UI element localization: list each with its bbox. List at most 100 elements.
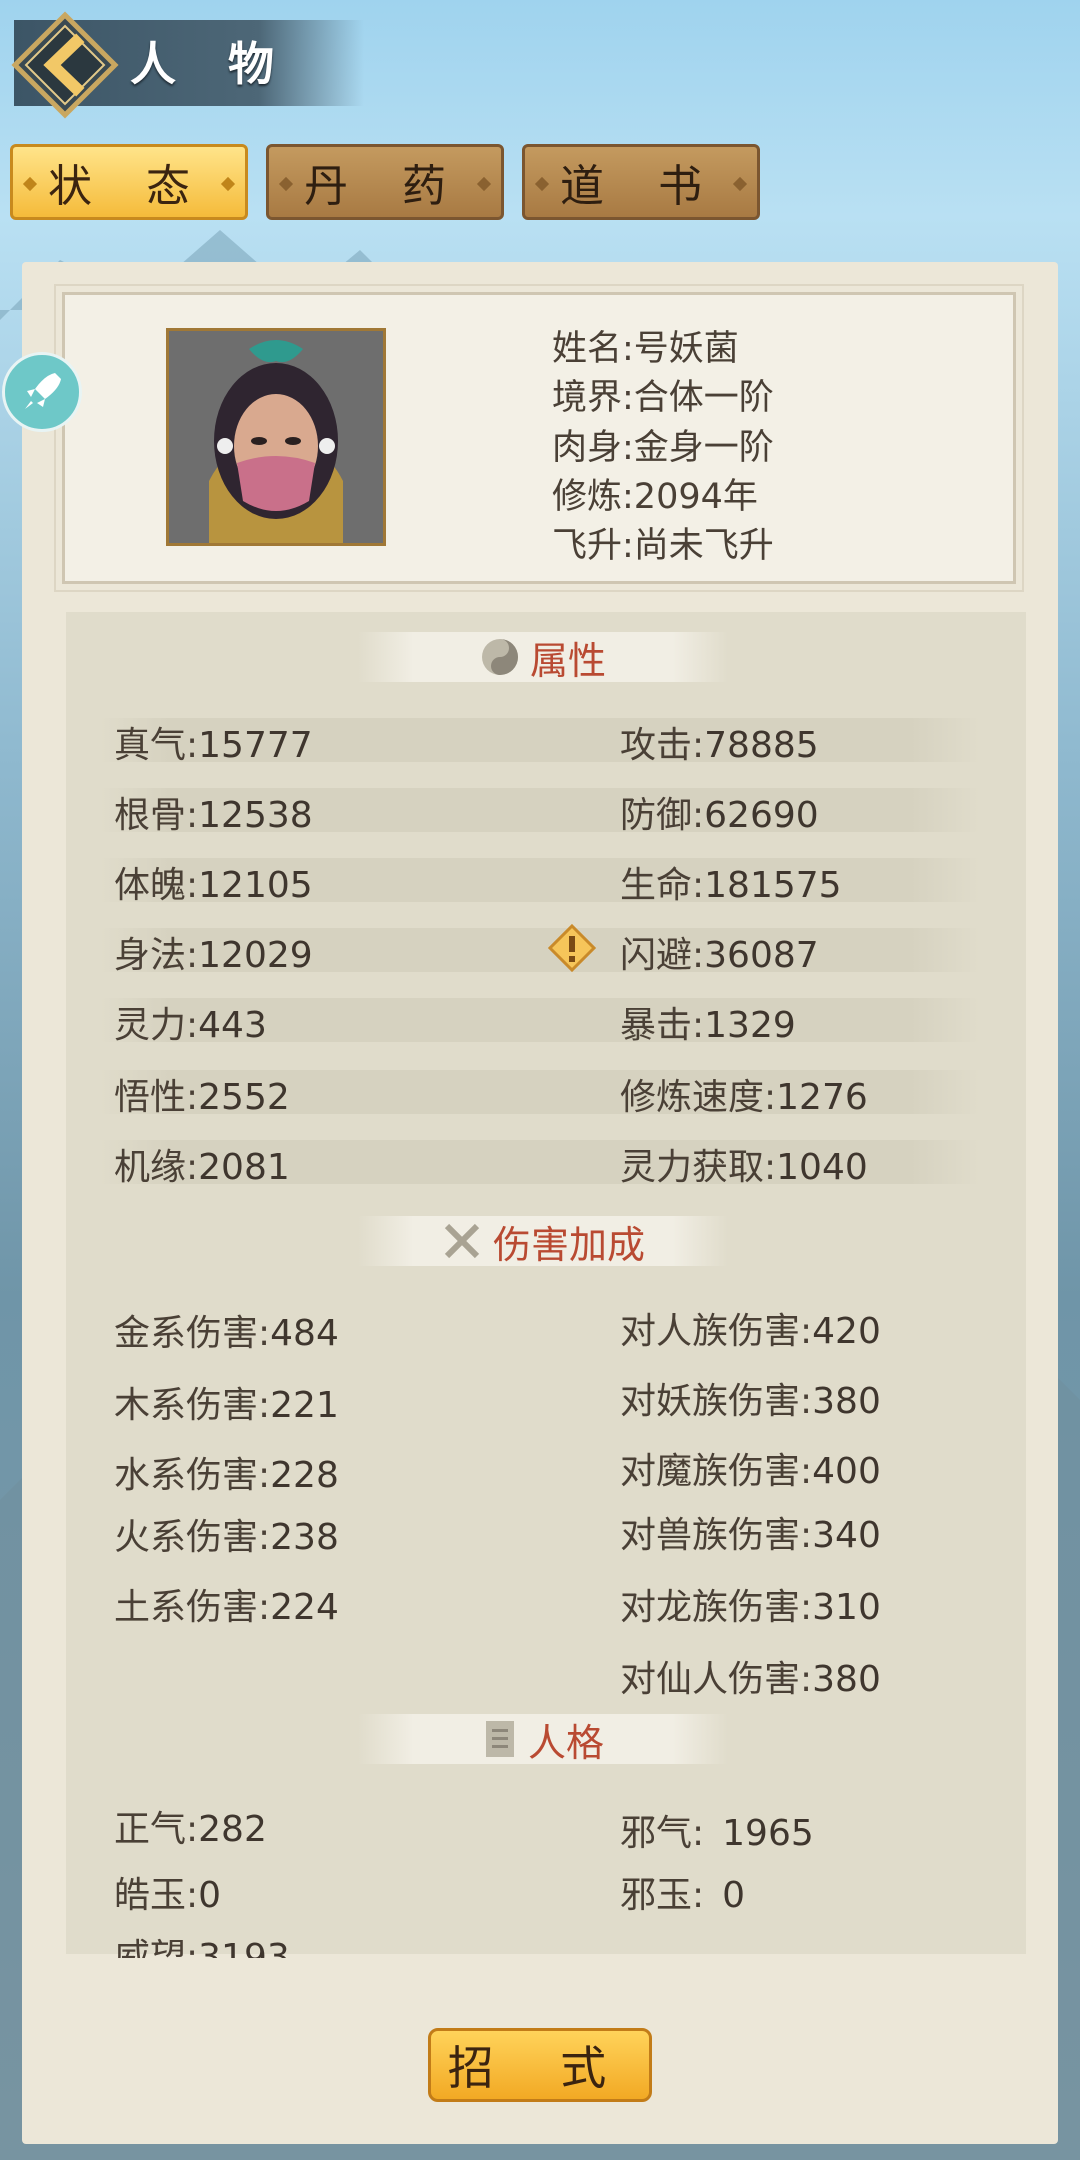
- tab-books[interactable]: 道 书: [522, 144, 760, 220]
- section-damage-header: 伤害加成: [358, 1216, 728, 1267]
- tab-ornament-icon: [732, 176, 748, 192]
- stat-value: 1965: [722, 1813, 814, 1854]
- stat-label: 生命:: [620, 865, 705, 906]
- stat-dodge: 闪避:36087: [620, 926, 819, 978]
- warning-icon[interactable]: [547, 923, 597, 973]
- damage-vs-human: 对人族伤害:420: [620, 1302, 881, 1354]
- ascend-label: 飞升:: [552, 526, 634, 566]
- stat-value: 3193: [198, 1937, 290, 1958]
- stat-value: 181575: [704, 865, 842, 906]
- cultivation-value: 2094年: [633, 477, 758, 517]
- section-personality-header: 人格: [358, 1714, 728, 1765]
- stat-comprehension: 悟性:2552: [114, 1068, 290, 1120]
- tab-pills-label: 丹 药: [304, 161, 466, 212]
- stat-label: 木系伤害:: [114, 1385, 271, 1426]
- profile-realm: 境界:合体一阶: [552, 369, 774, 420]
- cultivation-label: 修炼:: [552, 477, 634, 517]
- stat-agility: 身法:12029: [114, 926, 313, 978]
- stat-value: 12538: [198, 795, 313, 836]
- body-value: 金身一阶: [633, 428, 774, 468]
- stat-label: 对魔族伤害:: [620, 1451, 813, 1492]
- stat-value: 380: [812, 1381, 881, 1422]
- back-button[interactable]: [10, 10, 120, 120]
- skills-button-label: 招 式: [447, 2041, 633, 2095]
- name-value: 号妖菌: [633, 329, 739, 369]
- stat-value: 1040: [776, 1147, 868, 1188]
- character-portrait: [166, 328, 386, 546]
- stat-cultivation-speed: 修炼速度:1276: [620, 1068, 868, 1120]
- damage-vs-beast: 对兽族伤害:340: [620, 1506, 881, 1558]
- stat-label: 威望:: [114, 1937, 199, 1958]
- realm-value: 合体一阶: [633, 378, 774, 418]
- personality-evil-jade: 邪玉: 0: [620, 1866, 745, 1918]
- stat-label: 对兽族伤害:: [620, 1515, 813, 1556]
- skills-button[interactable]: 招 式: [428, 2028, 652, 2102]
- stat-fortune: 机缘:2081: [114, 1138, 290, 1190]
- stat-label: 闪避:: [620, 935, 705, 976]
- stat-label: 防御:: [620, 795, 705, 836]
- tab-pills[interactable]: 丹 药: [266, 144, 504, 220]
- stat-label: 灵力获取:: [620, 1147, 777, 1188]
- tab-ornament-icon: [278, 176, 294, 192]
- personality-white-jade: 皓玉:0: [114, 1866, 221, 1918]
- section-damage-title: 伤害加成: [492, 1222, 645, 1267]
- damage-vs-immortal: 对仙人伤害:380: [620, 1650, 881, 1702]
- rocket-icon: [25, 373, 61, 409]
- realm-label: 境界:: [552, 378, 634, 418]
- damage-vs-demon: 对妖族伤害:380: [620, 1372, 881, 1424]
- stat-value: 2081: [198, 1147, 290, 1188]
- profile-name: 姓名:号妖菌: [552, 320, 739, 371]
- personality-prestige: 威望:3193: [114, 1928, 290, 1958]
- stat-value: 2552: [198, 1077, 290, 1118]
- stat-value: 224: [270, 1587, 339, 1628]
- stat-label: 灵力:: [114, 1005, 199, 1046]
- tab-status[interactable]: 状 态: [10, 144, 248, 220]
- stat-value: 221: [270, 1385, 339, 1426]
- stat-label: 金系伤害:: [114, 1313, 271, 1354]
- stat-value: 12029: [198, 935, 313, 976]
- stat-label: 对仙人伤害:: [620, 1659, 813, 1700]
- stat-value: 0: [722, 1875, 746, 1916]
- damage-vs-dragon: 对龙族伤害:310: [620, 1578, 881, 1630]
- stat-defense: 防御:62690: [620, 786, 819, 838]
- section-personality-title: 人格: [527, 1720, 604, 1765]
- tab-ornament-icon: [476, 176, 492, 192]
- profile-ascend: 飞升:尚未飞升: [552, 517, 774, 568]
- stat-label: 攻击:: [620, 725, 705, 766]
- stat-label: 体魄:: [114, 865, 199, 906]
- back-arrow-icon: [11, 11, 119, 119]
- damage-wood: 木系伤害:221: [114, 1376, 339, 1428]
- stat-label: 土系伤害:: [114, 1587, 271, 1628]
- tab-status-label: 状 态: [48, 161, 210, 212]
- stat-value: 340: [812, 1515, 881, 1556]
- stat-value: 12105: [198, 865, 313, 906]
- stat-label: 暴击:: [620, 1005, 705, 1046]
- stat-attack: 攻击:78885: [620, 716, 819, 768]
- stat-bone: 根骨:12538: [114, 786, 313, 838]
- damage-earth: 土系伤害:224: [114, 1578, 339, 1630]
- section-attributes-title: 属性: [529, 638, 606, 683]
- stat-label: 水系伤害:: [114, 1455, 271, 1496]
- stat-label: 正气:: [114, 1809, 199, 1850]
- stat-label: 对妖族伤害:: [620, 1381, 813, 1422]
- stat-label: 邪玉:: [620, 1875, 705, 1916]
- crossed-swords-icon: [441, 1220, 483, 1262]
- stat-crit: 暴击:1329: [620, 996, 796, 1048]
- stat-value: 1276: [776, 1077, 868, 1118]
- stat-value: 238: [270, 1517, 339, 1558]
- damage-metal: 金系伤害:484: [114, 1304, 339, 1356]
- stat-value: 15777: [198, 725, 313, 766]
- stat-label: 对龙族伤害:: [620, 1587, 813, 1628]
- stat-label: 悟性:: [114, 1077, 199, 1118]
- damage-water: 水系伤害:228: [114, 1446, 339, 1498]
- character-avatar-icon: [169, 331, 383, 543]
- personality-evil: 邪气: 1965: [620, 1804, 814, 1856]
- stat-label: 邪气:: [620, 1813, 705, 1854]
- ascend-value: 尚未飞升: [633, 526, 774, 566]
- tab-ornament-icon: [220, 176, 236, 192]
- name-label: 姓名:: [552, 329, 634, 369]
- rocket-shortcut-button[interactable]: [2, 352, 82, 432]
- stat-label: 火系伤害:: [114, 1517, 271, 1558]
- stat-label: 皓玉:: [114, 1875, 199, 1916]
- stat-value: 78885: [704, 725, 819, 766]
